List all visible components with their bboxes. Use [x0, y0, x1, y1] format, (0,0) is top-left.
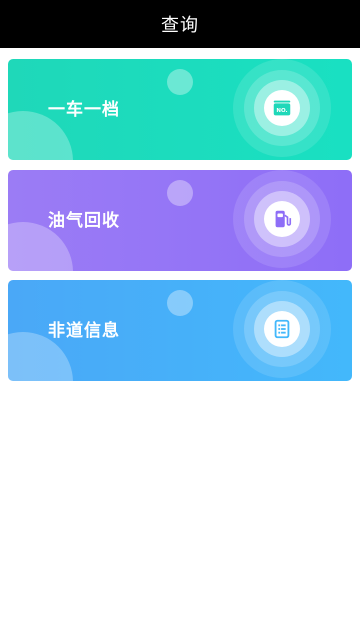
card-vehicle-archive[interactable]: 一车一档 NO. [8, 59, 352, 160]
decorative-bubble [167, 290, 193, 316]
page-title: 查询 [161, 15, 199, 36]
card-label: 非道信息 [48, 321, 120, 341]
card-vapor-recovery[interactable]: 油气回收 [8, 170, 352, 271]
id-card-icon: NO. [264, 90, 300, 126]
no-badge-text: NO. [276, 108, 287, 114]
card-label: 油气回收 [48, 211, 120, 231]
fuel-pump-icon [264, 201, 300, 237]
top-bar: 查询 [0, 0, 360, 48]
decorative-bubble [167, 180, 193, 206]
decorative-bubble [167, 69, 193, 95]
card-label: 一车一档 [48, 100, 120, 120]
card-nonroad-info[interactable]: 非道信息 [8, 280, 352, 381]
document-list-icon [264, 311, 300, 347]
